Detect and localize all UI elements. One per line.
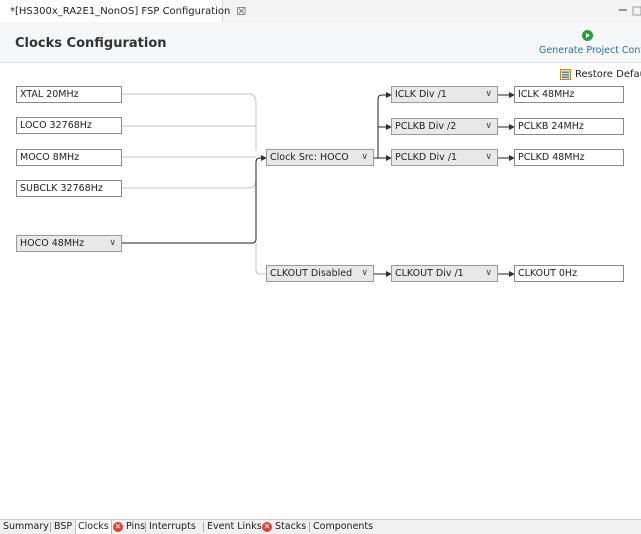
pclkd-output-box: PCLKD 48MHz [514, 149, 624, 166]
bottom-tab-bar: Summary BSP Clocks ✕ Pins Interrupts Eve… [0, 519, 641, 534]
clkout-src-value: CLKOUT Disabled [270, 268, 353, 279]
clock-src-select[interactable]: Clock Src: HOCO ∨ [266, 149, 374, 166]
tab-stacks[interactable]: Stacks [275, 520, 306, 534]
tab-components[interactable]: Components [313, 520, 373, 534]
pclkd-div-select[interactable]: PCLKD Div /1 ∨ [391, 149, 498, 166]
tab-separator [203, 522, 204, 532]
tab-summary[interactable]: Summary [3, 520, 49, 534]
tab-event-links[interactable]: Event Links [207, 520, 262, 534]
chevron-down-icon: ∨ [485, 121, 492, 131]
tab-bsp[interactable]: BSP [54, 520, 72, 534]
iclk-output-box: ICLK 48MHz [514, 86, 624, 103]
pclkb-div-select[interactable]: PCLKB Div /2 ∨ [391, 118, 498, 135]
clock-src-value: Clock Src: HOCO [270, 152, 349, 163]
chevron-down-icon: ∨ [361, 268, 368, 278]
chevron-down-icon: ∨ [485, 152, 492, 162]
tab-pins[interactable]: Pins [126, 520, 145, 534]
clkout-src-select[interactable]: CLKOUT Disabled ∨ [266, 265, 374, 282]
iclk-div-value: ICLK Div /1 [395, 89, 447, 100]
clkout-output-box: CLKOUT 0Hz [514, 265, 624, 282]
chevron-down-icon: ∨ [485, 268, 492, 278]
tab-interrupts[interactable]: Interrupts [149, 520, 196, 534]
pclkd-div-value: PCLKD Div /1 [395, 152, 458, 163]
chevron-down-icon: ∨ [485, 89, 492, 99]
error-icon: ✕ [262, 522, 272, 532]
hoco-clock-value: HOCO 48MHz [20, 238, 85, 249]
tab-separator [145, 522, 146, 532]
subclk-clock-box[interactable]: SUBCLK 32768Hz [16, 180, 122, 197]
moco-clock-box[interactable]: MOCO 8MHz [16, 149, 122, 166]
loco-clock-box[interactable]: LOCO 32768Hz [16, 117, 122, 134]
chevron-down-icon: ∨ [361, 152, 368, 162]
chevron-down-icon: ∨ [109, 238, 116, 248]
pclkb-output-box: PCLKB 24MHz [514, 118, 624, 135]
iclk-div-select[interactable]: ICLK Div /1 ∨ [391, 86, 498, 103]
pclkb-div-value: PCLKB Div /2 [395, 121, 457, 132]
xtal-clock-box[interactable]: XTAL 20MHz [16, 86, 122, 103]
tab-separator [309, 522, 310, 532]
clkout-div-value: CLKOUT Div /1 [395, 268, 464, 279]
hoco-clock-select[interactable]: HOCO 48MHz ∨ [16, 235, 122, 252]
clkout-div-select[interactable]: CLKOUT Div /1 ∨ [391, 265, 498, 282]
error-icon: ✕ [113, 522, 123, 532]
tab-clocks[interactable]: Clocks [75, 520, 112, 534]
tab-separator [50, 522, 51, 532]
